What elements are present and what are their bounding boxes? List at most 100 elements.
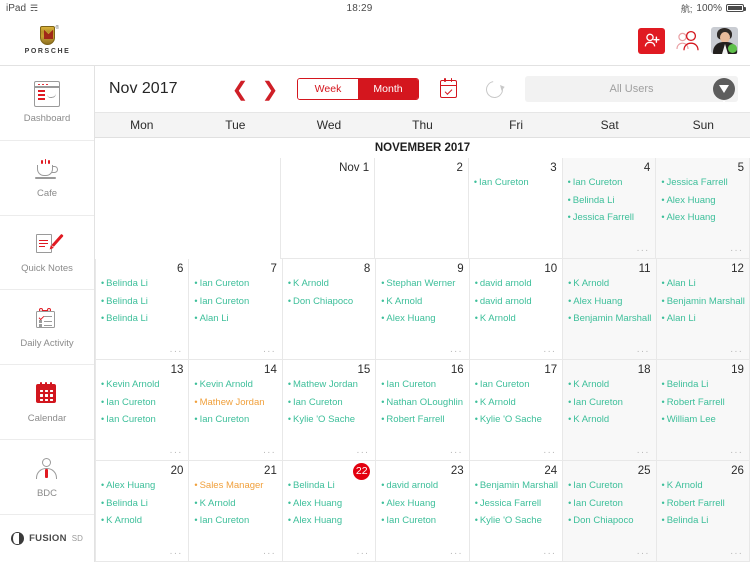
calendar-day-cell[interactable]: 22 • Belinda Li • Alex Huang • Alex Huang ··· <box>282 461 377 562</box>
more-events-button[interactable]: ··· <box>636 245 649 256</box>
calendar-event[interactable]: • Belinda Li <box>288 480 370 492</box>
calendar-event[interactable]: • Ian Cureton <box>381 379 463 391</box>
calendar-event[interactable]: • K Arnold <box>101 515 183 527</box>
calendar-event[interactable]: • Ian Cureton <box>194 296 276 308</box>
calendar-day-cell[interactable]: 9 • Stephan Werner • K Arnold • Alex Huang ··· <box>376 259 470 360</box>
calendar-event[interactable]: • david arnold <box>475 278 557 290</box>
calendar-event[interactable]: • Ian Cureton <box>474 177 557 189</box>
calendar-event[interactable]: • Alex Huang <box>661 212 744 224</box>
calendar-event[interactable]: • Ian Cureton <box>568 397 650 409</box>
calendar-event[interactable]: • Benjamin Marshall <box>475 480 558 492</box>
calendar-event[interactable]: • William Lee <box>662 414 744 426</box>
calendar-event[interactable]: • Kylie 'O Sache <box>475 414 557 426</box>
more-events-button[interactable]: ··· <box>730 548 743 559</box>
more-events-button[interactable]: ··· <box>730 245 743 256</box>
tab-week[interactable]: Week <box>298 79 358 99</box>
calendar-event[interactable]: • Robert Farrell <box>662 498 744 510</box>
calendar-event[interactable]: • Kevin Arnold <box>194 379 276 391</box>
calendar-day-cell[interactable]: 12 • Alan Li • Benjamin Marshall • Alan Li ··· <box>656 259 750 360</box>
prev-month-button[interactable]: ❮ <box>225 74 255 104</box>
calendar-event[interactable]: • Belinda Li <box>101 278 183 290</box>
calendar-event[interactable]: • Ian Cureton <box>568 480 650 492</box>
calendar-event[interactable]: • Alex Huang <box>288 498 370 510</box>
calendar-event[interactable]: • K Arnold <box>194 498 276 510</box>
calendar-event[interactable]: • Ian Cureton <box>568 177 651 189</box>
calendar-event[interactable]: • Ian Cureton <box>381 515 463 527</box>
calendar-event[interactable]: • Belinda Li <box>662 515 744 527</box>
calendar-day-cell[interactable]: 10 • david arnold • david arnold • K Arnold ··· <box>469 259 564 360</box>
tab-month[interactable]: Month <box>358 79 418 99</box>
calendar-event[interactable]: • Robert Farrell <box>381 414 463 426</box>
calendar-event[interactable]: • Ian Cureton <box>288 397 370 409</box>
calendar-event[interactable]: • Mathew Jordan <box>194 397 276 409</box>
calendar-day-cell[interactable]: 5 • Jessica Farrell • Alex Huang • Alex Huang ·… <box>656 158 750 259</box>
more-events-button[interactable]: ··· <box>169 447 182 458</box>
calendar-event[interactable]: • Stephan Werner <box>381 278 463 290</box>
calendar-event[interactable]: • Don Chiapoco <box>568 515 650 527</box>
more-events-button[interactable]: ··· <box>450 447 463 458</box>
calendar-event[interactable]: • Alan Li <box>194 313 276 325</box>
more-events-button[interactable]: ··· <box>730 447 743 458</box>
calendar-day-cell[interactable]: 4 • Ian Cureton • Belinda Li • Jessica Farrell… <box>562 158 657 259</box>
calendar-event[interactable]: • Jessica Farrell <box>475 498 557 510</box>
calendar-event[interactable]: • Jessica Farrell <box>661 177 744 189</box>
sidebar-item-daily-activity[interactable]: Daily Activity <box>0 290 94 366</box>
calendar-day-cell[interactable]: 13 • Kevin Arnold • Ian Cureton • Ian Cureton ·… <box>95 360 190 461</box>
calendar-event[interactable]: • Ian Cureton <box>194 278 276 290</box>
calendar-day-cell[interactable]: 21 • Sales Manager • K Arnold • Ian Cureton ··· <box>189 461 283 562</box>
calendar-event[interactable]: • Kylie 'O Sache <box>288 414 370 426</box>
user-avatar[interactable] <box>711 27 738 54</box>
calendar-event[interactable]: • Ian Cureton <box>475 379 557 391</box>
more-events-button[interactable]: ··· <box>543 447 556 458</box>
refresh-button[interactable] <box>477 74 511 104</box>
sidebar-item-bdc[interactable]: BDC <box>0 440 94 515</box>
calendar-event[interactable]: • Benjamin Marshall <box>568 313 651 325</box>
add-user-button[interactable] <box>638 27 665 54</box>
next-month-button[interactable]: ❯ <box>255 74 285 104</box>
more-events-button[interactable]: ··· <box>356 548 369 559</box>
calendar-day-cell[interactable]: 8 • K Arnold • Don Chiapoco <box>282 259 377 360</box>
calendar-day-cell[interactable]: 26 • K Arnold • Robert Farrell • Belinda Li ··· <box>656 461 750 562</box>
calendar-day-cell[interactable]: 6 • Belinda Li • Belinda Li • Belinda Li ··· <box>95 259 190 360</box>
calendar-day-cell[interactable]: 3 • Ian Cureton <box>468 158 563 259</box>
calendar-event[interactable]: • Belinda Li <box>101 498 183 510</box>
calendar-day-cell[interactable]: 15 • Mathew Jordan • Ian Cureton • Kylie 'O Sa… <box>282 360 377 461</box>
more-events-button[interactable]: ··· <box>263 447 276 458</box>
more-events-button[interactable]: ··· <box>637 346 650 357</box>
more-events-button[interactable]: ··· <box>450 548 463 559</box>
more-events-button[interactable]: ··· <box>543 346 556 357</box>
calendar-day-cell[interactable]: 7 • Ian Cureton • Ian Cureton • Alan Li ··· <box>189 259 283 360</box>
calendar-event[interactable]: • Mathew Jordan <box>288 379 370 391</box>
calendar-event[interactable]: • K Arnold <box>475 313 557 325</box>
calendar-event[interactable]: • K Arnold <box>288 278 370 290</box>
calendar-event[interactable]: • K Arnold <box>568 278 650 290</box>
calendar-event[interactable]: • K Arnold <box>568 414 650 426</box>
more-events-button[interactable]: ··· <box>543 548 556 559</box>
calendar-event[interactable]: • Alex Huang <box>661 195 744 207</box>
calendar-event[interactable]: • K Arnold <box>475 397 557 409</box>
more-events-button[interactable]: ··· <box>356 447 369 458</box>
sidebar-item-dashboard[interactable]: Dashboard <box>0 66 94 141</box>
calendar-event[interactable]: • Alan Li <box>662 278 744 290</box>
more-events-button[interactable]: ··· <box>450 346 463 357</box>
calendar-event[interactable]: • Belinda Li <box>101 296 183 308</box>
calendar-event[interactable]: • Kylie 'O Sache <box>475 515 557 527</box>
calendar-day-cell[interactable]: 18 • K Arnold • Ian Cureton • K Arnold ··· <box>563 360 657 461</box>
calendar-event[interactable]: • Belinda Li <box>568 195 651 207</box>
calendar-day-cell[interactable]: 2 <box>375 158 469 259</box>
sidebar-item-cafe[interactable]: Cafe <box>0 141 94 216</box>
calendar-event[interactable]: • Ian Cureton <box>194 414 276 426</box>
calendar-day-cell[interactable]: 19 • Belinda Li • Robert Farrell • William Lee… <box>656 360 750 461</box>
calendar-event[interactable]: • Ian Cureton <box>101 414 183 426</box>
calendar-day-cell[interactable]: Nov 1 <box>280 158 376 259</box>
calendar-event[interactable]: • Nathan OLoughlin <box>381 397 463 409</box>
calendar-day-cell[interactable]: 11 • K Arnold • Alex Huang • Benjamin Marshall… <box>563 259 657 360</box>
calendar-event[interactable]: • Jessica Farrell <box>568 212 651 224</box>
calendar-event[interactable]: • Alex Huang <box>381 313 463 325</box>
calendar-event[interactable]: • Belinda Li <box>662 379 744 391</box>
calendar-day-cell[interactable]: 14 • Kevin Arnold • Mathew Jordan • Ian Cureto… <box>189 360 283 461</box>
sidebar-item-quick-notes[interactable]: Quick Notes <box>0 216 94 291</box>
calendar-event[interactable]: • Benjamin Marshall <box>662 296 745 308</box>
more-events-button[interactable]: ··· <box>730 346 743 357</box>
more-events-button[interactable]: ··· <box>637 447 650 458</box>
